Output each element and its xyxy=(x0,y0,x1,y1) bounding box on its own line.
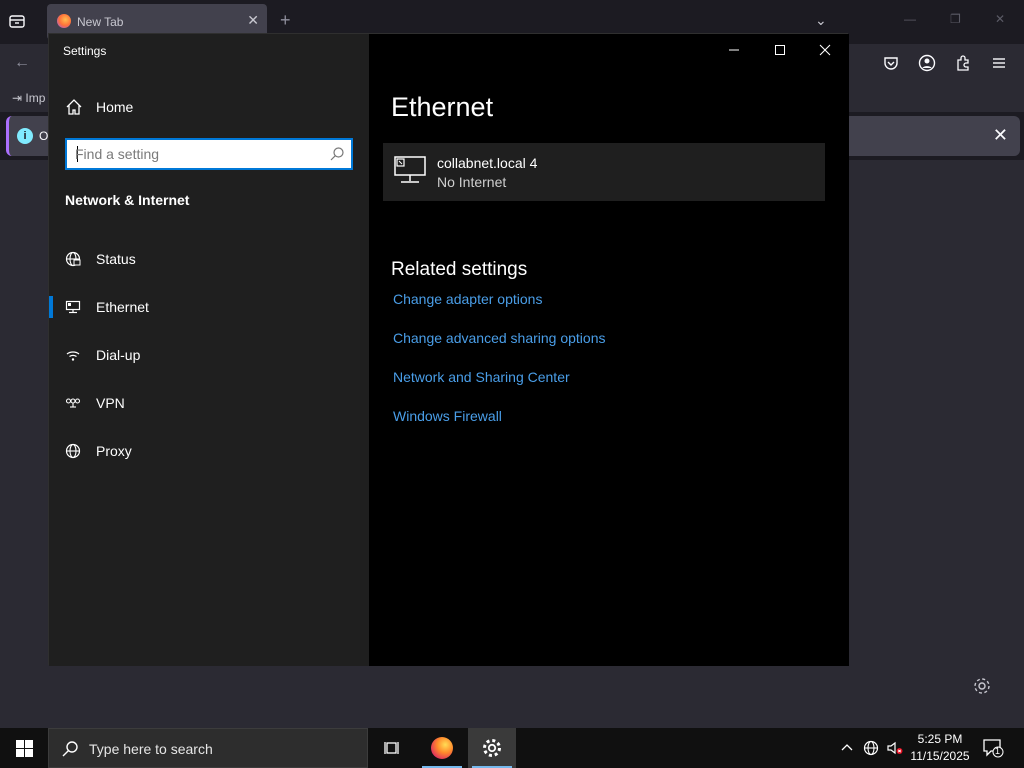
task-view-button[interactable] xyxy=(368,728,416,768)
home-nav-item[interactable]: Home xyxy=(49,90,369,124)
change-advanced-sharing-options-link[interactable]: Change advanced sharing options xyxy=(393,330,606,346)
change-adapter-options-link[interactable]: Change adapter options xyxy=(393,291,542,307)
firefox-favicon-icon xyxy=(57,14,71,28)
close-icon[interactable]: ✕ xyxy=(995,12,1005,26)
task-view-icon xyxy=(384,742,399,754)
network-globe-icon[interactable] xyxy=(863,740,879,756)
network-name: collabnet.local 4 xyxy=(437,155,538,171)
settings-window: Settings Home Network & Internet Status xyxy=(48,33,849,666)
chevron-down-icon[interactable]: ⌄ xyxy=(815,12,827,29)
minimize-icon[interactable] xyxy=(726,42,742,58)
maximize-icon[interactable] xyxy=(772,42,788,58)
search-icon xyxy=(61,740,79,758)
close-notice-icon[interactable]: ✕ xyxy=(993,125,1008,146)
tab-title: New Tab xyxy=(77,15,124,29)
dialup-icon xyxy=(65,347,81,363)
import-bookmarks-button[interactable]: ⇥ Imp xyxy=(12,91,45,105)
search-icon[interactable] xyxy=(329,146,345,162)
selected-indicator xyxy=(49,296,53,318)
settings-sidebar: Settings Home Network & Internet Status xyxy=(49,34,369,666)
taskbar-search-placeholder: Type here to search xyxy=(89,741,213,757)
ethernet-network-icon xyxy=(393,155,427,185)
minimize-icon[interactable]: — xyxy=(904,12,916,26)
notification-count: 1 xyxy=(995,746,1001,756)
firefox-icon xyxy=(431,737,453,759)
home-label: Home xyxy=(96,99,134,115)
network-and-sharing-center-link[interactable]: Network and Sharing Center xyxy=(393,369,570,385)
customize-gear-icon[interactable] xyxy=(972,676,994,698)
find-setting-input[interactable] xyxy=(75,145,315,163)
taskbar-search-box[interactable]: Type here to search xyxy=(48,728,368,768)
back-arrow-icon[interactable]: ← xyxy=(14,54,30,72)
sidebar-item-label: Proxy xyxy=(96,443,132,459)
close-tab-icon[interactable]: ✕ xyxy=(247,12,259,29)
tab-list-icon[interactable] xyxy=(8,12,32,34)
extensions-icon[interactable] xyxy=(954,54,974,74)
start-button[interactable] xyxy=(0,728,48,768)
clock-date: 11/15/2025 xyxy=(910,749,970,763)
sidebar-item-vpn[interactable]: VPN xyxy=(49,383,369,423)
sidebar-item-ethernet[interactable]: Ethernet xyxy=(49,287,369,327)
section-title: Network & Internet xyxy=(65,192,190,208)
network-status: No Internet xyxy=(437,174,507,190)
sidebar-item-label: Dial-up xyxy=(96,347,141,363)
ethernet-connection-card[interactable]: collabnet.local 4 No Internet xyxy=(383,143,825,201)
related-settings-heading: Related settings xyxy=(391,259,528,280)
settings-taskbar-button[interactable] xyxy=(468,728,516,768)
clock[interactable]: 5:25 PM 11/15/2025 xyxy=(900,731,980,765)
account-icon[interactable] xyxy=(918,54,938,74)
find-setting-search-box[interactable] xyxy=(65,138,353,170)
globe-proxy-icon xyxy=(65,443,81,459)
windows-firewall-link[interactable]: Windows Firewall xyxy=(393,408,502,424)
show-hidden-icons-chevron-icon[interactable] xyxy=(839,740,855,756)
pocket-icon[interactable] xyxy=(882,54,902,74)
sidebar-item-proxy[interactable]: Proxy xyxy=(49,431,369,471)
sidebar-item-label: VPN xyxy=(96,395,125,411)
firefox-taskbar-button[interactable] xyxy=(418,728,466,768)
settings-main-pane: Ethernet collabnet.local 4 No Internet R… xyxy=(369,34,849,666)
taskbar: Type here to search 5:25 PM 11/15/2025 1 xyxy=(0,728,1024,768)
sidebar-item-label: Status xyxy=(96,251,136,267)
sidebar-item-label: Ethernet xyxy=(96,299,149,315)
sidebar-item-dial-up[interactable]: Dial-up xyxy=(49,335,369,375)
clock-time: 5:25 PM xyxy=(917,732,963,746)
sidebar-item-status[interactable]: Status xyxy=(49,239,369,279)
vpn-icon xyxy=(65,395,81,411)
windows-logo-icon xyxy=(16,740,33,757)
page-title: Ethernet xyxy=(391,92,494,122)
action-center-notification-icon[interactable]: 1 xyxy=(982,738,1004,758)
window-title: Settings xyxy=(63,44,107,58)
new-tab-plus-icon[interactable]: + xyxy=(280,10,291,31)
ethernet-icon xyxy=(65,299,81,315)
close-icon[interactable] xyxy=(817,42,833,58)
restore-icon[interactable]: ❐ xyxy=(950,12,961,26)
menu-hamburger-icon[interactable] xyxy=(990,54,1010,74)
home-icon xyxy=(65,98,83,116)
notice-text: O xyxy=(39,129,49,143)
settings-gear-icon xyxy=(483,739,501,757)
globe-status-icon xyxy=(65,251,81,267)
info-icon: i xyxy=(17,128,33,144)
import-label: Imp xyxy=(25,91,46,105)
